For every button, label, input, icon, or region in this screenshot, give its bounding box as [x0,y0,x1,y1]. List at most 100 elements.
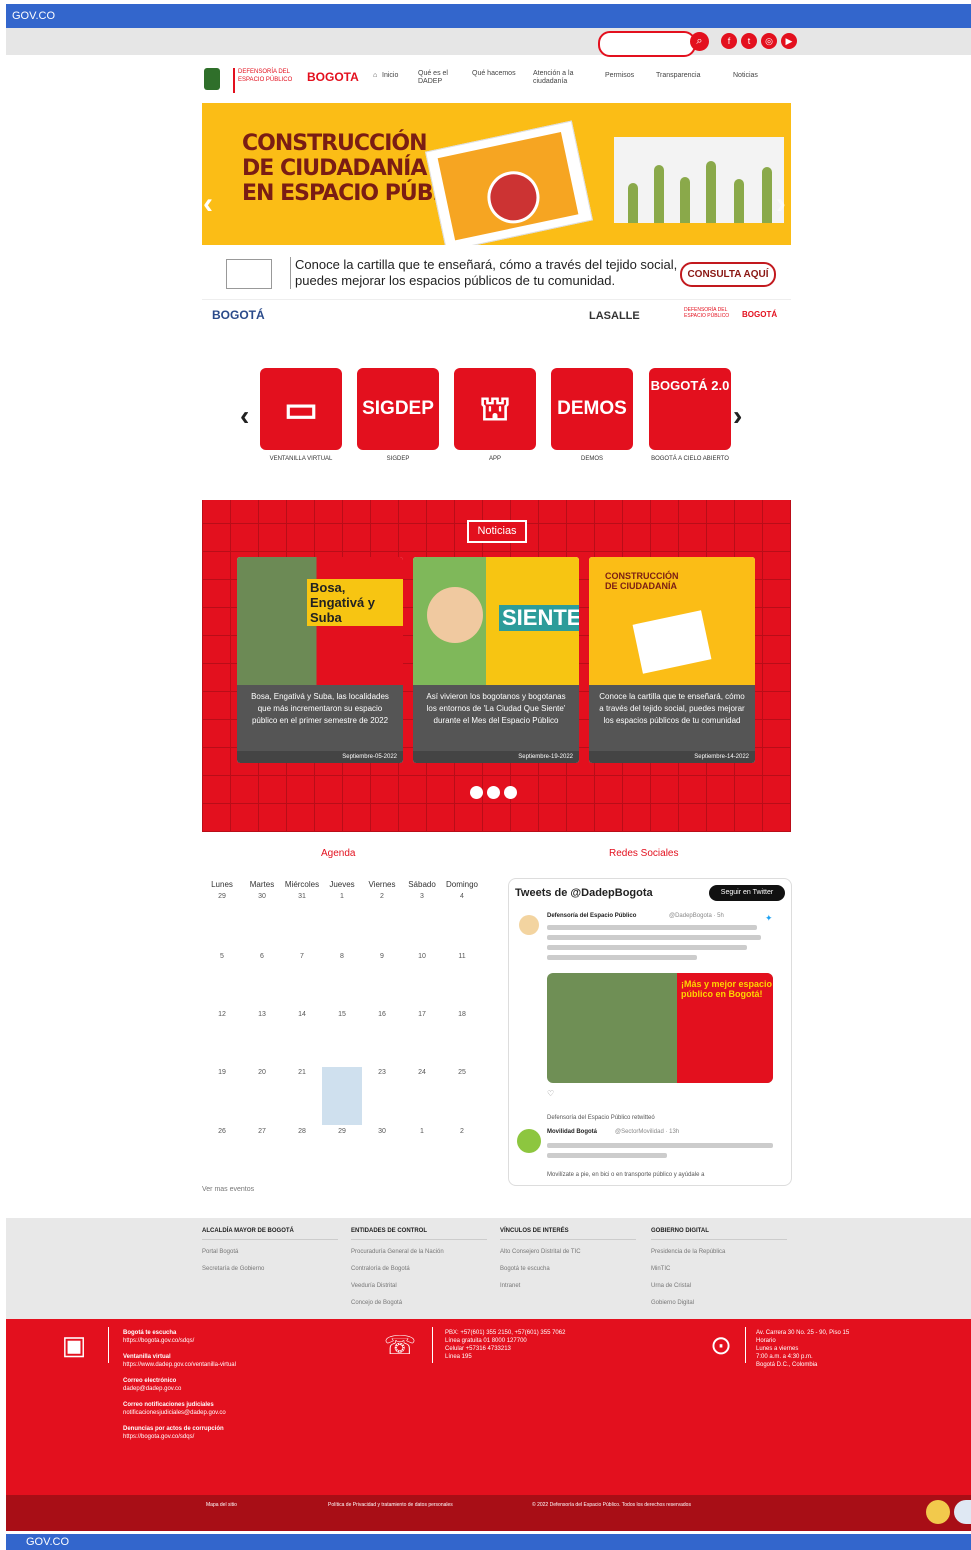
nav-permisos[interactable]: Permisos [605,72,634,80]
footer-link[interactable]: Concejo de Bogotá [351,1300,402,1306]
calendar-day[interactable]: 17 [402,1011,442,1018]
calendar-day[interactable]: 1 [322,893,362,900]
home-icon[interactable]: ⌂ [373,72,377,80]
calendar-day[interactable]: 8 [322,953,362,960]
agenda-title: Agenda [321,848,356,859]
footer-link[interactable]: Presidencia de la República [651,1249,725,1255]
sitemap-link[interactable]: Mapa del sitio [206,1502,237,1508]
footer-link[interactable]: Procuraduría General de la Nación [351,1249,444,1255]
search-icon[interactable]: ⌕ [690,32,709,51]
footer-column-title: GOBIERNO DIGITAL [651,1228,709,1234]
calendar-day[interactable]: 29 [322,1128,362,1135]
nav-que-hacemos[interactable]: Qué hacemos [472,70,516,78]
nav-atencion-ciudadania[interactable]: Atención a la ciudadanía [533,70,589,86]
news-card[interactable]: CONSTRUCCIÓN DE CIUDADANÍA Conoce la car… [589,557,755,763]
footer-link[interactable]: Contraloría de Bogotá [351,1266,410,1272]
calendar-day[interactable]: 14 [282,1011,322,1018]
carousel-dot[interactable] [470,786,483,799]
tweet-image[interactable]: ¡Más y mejor espacio público en Bogotá! [547,973,773,1083]
youtube-icon[interactable]: ▶ [781,33,797,49]
calendar-day[interactable]: 24 [402,1069,442,1076]
search-input[interactable] [598,31,696,57]
calendar-day[interactable]: 10 [402,953,442,960]
more-events-link[interactable]: Ver mas eventos [202,1186,254,1193]
calendar-day[interactable]: 9 [362,953,402,960]
calendar-day[interactable]: 21 [282,1069,322,1076]
bogota-logo[interactable]: BOGOTA [307,70,359,84]
calendar-day[interactable]: 25 [442,1069,482,1076]
calendar-day[interactable]: 30 [242,893,282,900]
calendar-day[interactable]: 26 [202,1128,242,1135]
tile-label-demos: DEMOS [580,456,603,462]
news-card[interactable]: SIENTE Así vivieron los bogotanos y bogo… [413,557,579,763]
news-card[interactable]: Bosa, Engativá y Suba Bosa, Engativá y S… [237,557,403,763]
calendar-day[interactable]: 29 [202,893,242,900]
calendar-day[interactable]: 2 [362,893,402,900]
calendar-day[interactable]: 23 [362,1069,402,1076]
footer-link[interactable]: Alto Consejero Distrital de TIC [500,1249,581,1255]
calendar-day[interactable]: 12 [202,1011,242,1018]
carousel-prev-icon[interactable]: ‹ [203,187,213,221]
computer-icon: ▣ [61,1330,87,1360]
calendar-day[interactable]: 30 [362,1128,402,1135]
footer-link[interactable]: MinTIC [651,1266,670,1272]
carousel-dot[interactable] [487,786,500,799]
hero-banner[interactable]: CONSTRUCCIÓN DE CIUDADANÍA EN ESPACIO PÚ… [202,103,791,252]
nav-noticias[interactable]: Noticias [733,72,758,80]
facebook-icon[interactable]: f [721,33,737,49]
footer-link[interactable]: Veeduría Distrital [351,1283,397,1289]
calendar-day[interactable]: 15 [322,1011,362,1018]
calendar-day[interactable]: 5 [202,953,242,960]
tile-ventanilla-virtual[interactable]: ▭ [260,368,342,450]
calendar-day[interactable]: 1 [402,1128,442,1135]
footer-link[interactable]: Secretaría de Gobierno [202,1266,264,1272]
calendar-day[interactable]: 3 [402,893,442,900]
calendar-day[interactable]: 31 [282,893,322,900]
calendar-day[interactable]: 7 [282,953,322,960]
accessibility-icon[interactable] [954,1500,971,1524]
nav-transparencia[interactable]: Transparencia [656,72,701,80]
tweet-author[interactable]: Defensoría del Espacio Público [547,913,636,919]
gov-co-top-bar[interactable]: GOV.CO [6,4,971,28]
gov-co-label-bottom[interactable]: GOV.CO [26,1536,69,1548]
consulta-aqui-button[interactable]: CONSULTA AQUÍ [680,262,776,287]
nav-inicio[interactable]: Inicio [382,72,398,80]
calendar-day[interactable]: 18 [442,1011,482,1018]
tile-bogota-20[interactable]: BOGOTÁ 2.0 [649,368,731,450]
footer-link[interactable]: Bogotá te escucha [500,1266,550,1272]
tweet-author[interactable]: Movilidad Bogotá [547,1129,597,1135]
privacy-link[interactable]: Política de Privacidad y tratamiento de … [328,1502,453,1508]
calendar-day[interactable]: 28 [282,1128,322,1135]
dadep-logo[interactable]: DEFENSORÍA DEL ESPACIO PÚBLICO [233,68,297,93]
calendar-day[interactable]: 19 [202,1069,242,1076]
calendar-day[interactable]: 13 [242,1011,282,1018]
footer-divider [500,1239,636,1240]
carousel-dot[interactable] [504,786,517,799]
twitter-timeline[interactable]: Tweets de @DadepBogota Seguir en Twitter… [508,878,792,1186]
carousel-next-icon[interactable]: › [776,187,786,221]
tile-app[interactable]: ⛫ [454,368,536,450]
gov-co-label[interactable]: GOV.CO [12,10,55,22]
heart-icon[interactable]: ♡ [547,1089,554,1098]
calendar-day[interactable]: 27 [242,1128,282,1135]
calendar-day[interactable]: 11 [442,953,482,960]
nav-que-es-dadep[interactable]: Qué es el DADEP [418,70,458,86]
tiles-prev-icon[interactable]: ‹ [240,400,249,432]
calendar-day[interactable]: 6 [242,953,282,960]
gov-co-bottom-bar[interactable]: GOV.CO [6,1534,971,1550]
footer-link[interactable]: Intranet [500,1283,520,1289]
calendar-day[interactable]: 4 [442,893,482,900]
dadep-logo-small: DEFENSORÍA DEL ESPACIO PÚBLICO [684,307,730,319]
calendar-day[interactable]: 2 [442,1128,482,1135]
follow-twitter-button[interactable]: Seguir en Twitter [709,885,785,901]
tile-sigdep[interactable]: SIGDEP [357,368,439,450]
tiles-next-icon[interactable]: › [733,400,742,432]
footer-link[interactable]: Gobierno Digital [651,1300,694,1306]
twitter-icon[interactable]: t [741,33,757,49]
footer-link[interactable]: Portal Bogotá [202,1249,238,1255]
footer-link[interactable]: Urna de Cristal [651,1283,691,1289]
instagram-icon[interactable]: ◎ [761,33,777,49]
tile-demos[interactable]: DEMOS [551,368,633,450]
calendar-day[interactable]: 16 [362,1011,402,1018]
calendar-day[interactable]: 20 [242,1069,282,1076]
